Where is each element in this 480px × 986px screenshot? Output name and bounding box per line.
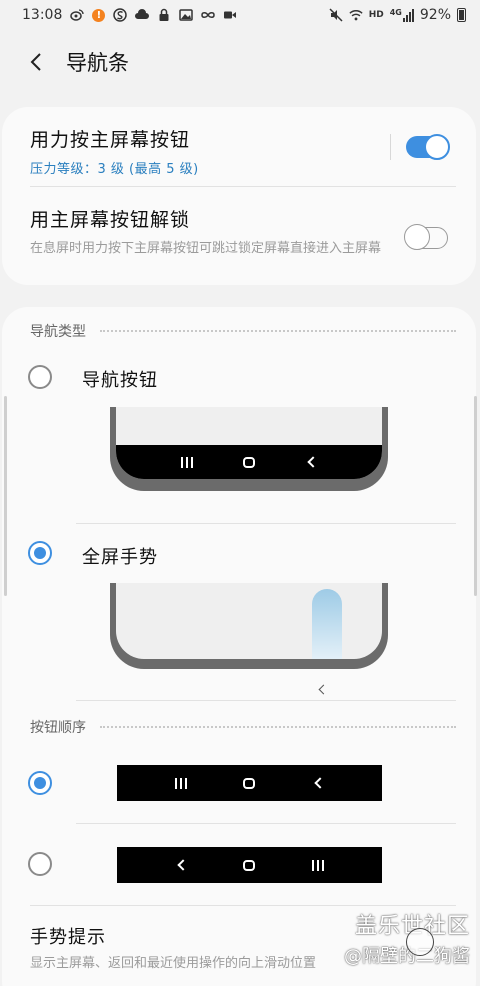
page-title: 导航条 xyxy=(66,51,129,75)
scroll-indicator xyxy=(4,396,7,596)
chevron-left-icon xyxy=(30,53,41,71)
phone-screen xyxy=(116,583,382,659)
phone-screen xyxy=(116,407,382,479)
unlock-home-switch[interactable] xyxy=(404,224,448,250)
radio-order-recent-home-back[interactable] xyxy=(28,771,52,795)
dotted-divider xyxy=(100,726,456,728)
option-navigation-buttons-label[interactable]: 导航按钮 xyxy=(82,366,158,392)
switch-knob xyxy=(424,134,450,160)
watermark-circle-icon xyxy=(406,928,434,956)
unlock-home-row[interactable]: 用主屏幕按钮解锁 在息屏时用力按下主屏幕按钮可跳过锁定屏幕直接进入主屏幕 xyxy=(30,205,452,259)
back-icon xyxy=(314,777,326,789)
home-icon xyxy=(243,456,255,468)
gesture-hint-bar xyxy=(312,589,342,659)
back-button[interactable] xyxy=(22,48,50,76)
battery-icon xyxy=(457,8,466,22)
navigation-buttons-preview[interactable] xyxy=(110,407,388,491)
status-bar: 13:08 ! HD 4G 92% xyxy=(0,0,480,30)
fullscreen-gestures-preview[interactable] xyxy=(110,583,388,669)
order-recent-home-back-preview[interactable] xyxy=(117,765,382,801)
back-icon xyxy=(307,456,319,468)
video-icon xyxy=(223,8,237,22)
weibo-icon xyxy=(70,8,85,22)
dotted-divider xyxy=(100,330,456,332)
alert-icon: ! xyxy=(92,8,106,22)
lock-icon xyxy=(157,8,171,22)
unlock-home-title: 用主屏幕按钮解锁 xyxy=(30,209,191,231)
navigation-card: 导航类型 导航按钮 全屏手势 按钮顺序 手势提示 显示主屏幕、返回和最近使用操作… xyxy=(2,307,476,986)
recent-apps-icon xyxy=(175,777,188,789)
force-press-subtitle: 压力等级：3 级 (最高 5 级) xyxy=(30,162,199,177)
status-right: HD 4G 92% xyxy=(329,7,466,23)
home-button-settings-card: 用力按主屏幕按钮 压力等级：3 级 (最高 5 级) 用主屏幕按钮解锁 在息屏时… xyxy=(2,107,476,285)
hd-icon: HD xyxy=(368,10,384,20)
radio-order-back-home-recent[interactable] xyxy=(28,852,52,876)
chevron-left-icon xyxy=(318,684,329,695)
switch-knob xyxy=(404,224,430,250)
radio-fullscreen-gestures[interactable] xyxy=(28,541,52,565)
button-order-label: 按钮顺序 xyxy=(30,720,86,736)
home-icon xyxy=(243,777,256,789)
toggle-separator xyxy=(390,134,391,160)
order-back-home-recent-preview[interactable] xyxy=(117,847,382,883)
force-press-title: 用力按主屏幕按钮 xyxy=(30,129,191,151)
radio-navigation-buttons[interactable] xyxy=(28,365,52,389)
phone-navbar xyxy=(116,445,382,479)
link-icon xyxy=(201,8,216,22)
force-press-row[interactable]: 用力按主屏幕按钮 压力等级：3 级 (最高 5 级) xyxy=(30,125,452,177)
force-press-switch[interactable] xyxy=(406,134,450,160)
battery-percent: 92% xyxy=(419,7,451,23)
signal-icon: 4G xyxy=(390,8,414,22)
status-time: 13:08 xyxy=(22,7,63,23)
mute-icon xyxy=(329,8,343,22)
home-icon xyxy=(243,859,256,871)
option-fullscreen-gestures-label[interactable]: 全屏手势 xyxy=(82,543,158,569)
option-divider xyxy=(76,700,456,701)
signal-gen-label: 4G xyxy=(389,8,402,17)
scroll-indicator xyxy=(474,396,477,596)
section-divider xyxy=(30,905,456,906)
back-icon xyxy=(177,859,189,871)
app-header: 导航条 xyxy=(0,40,480,84)
navigation-type-label: 导航类型 xyxy=(30,324,86,340)
navigation-type-header: 导航类型 xyxy=(30,321,456,341)
image-icon xyxy=(179,8,194,22)
recent-apps-icon xyxy=(311,859,324,871)
unlock-home-subtitle: 在息屏时用力按下主屏幕按钮可跳过锁定屏幕直接进入主屏幕 xyxy=(30,241,382,256)
recent-apps-icon xyxy=(181,456,193,468)
option-divider xyxy=(76,823,456,824)
status-left: 13:08 ! xyxy=(22,7,237,23)
s-icon xyxy=(113,8,128,22)
button-order-header: 按钮顺序 xyxy=(30,717,456,737)
option-divider xyxy=(76,523,456,524)
cloud-icon xyxy=(135,8,150,22)
row-divider xyxy=(30,186,456,187)
wifi-icon xyxy=(349,8,363,22)
